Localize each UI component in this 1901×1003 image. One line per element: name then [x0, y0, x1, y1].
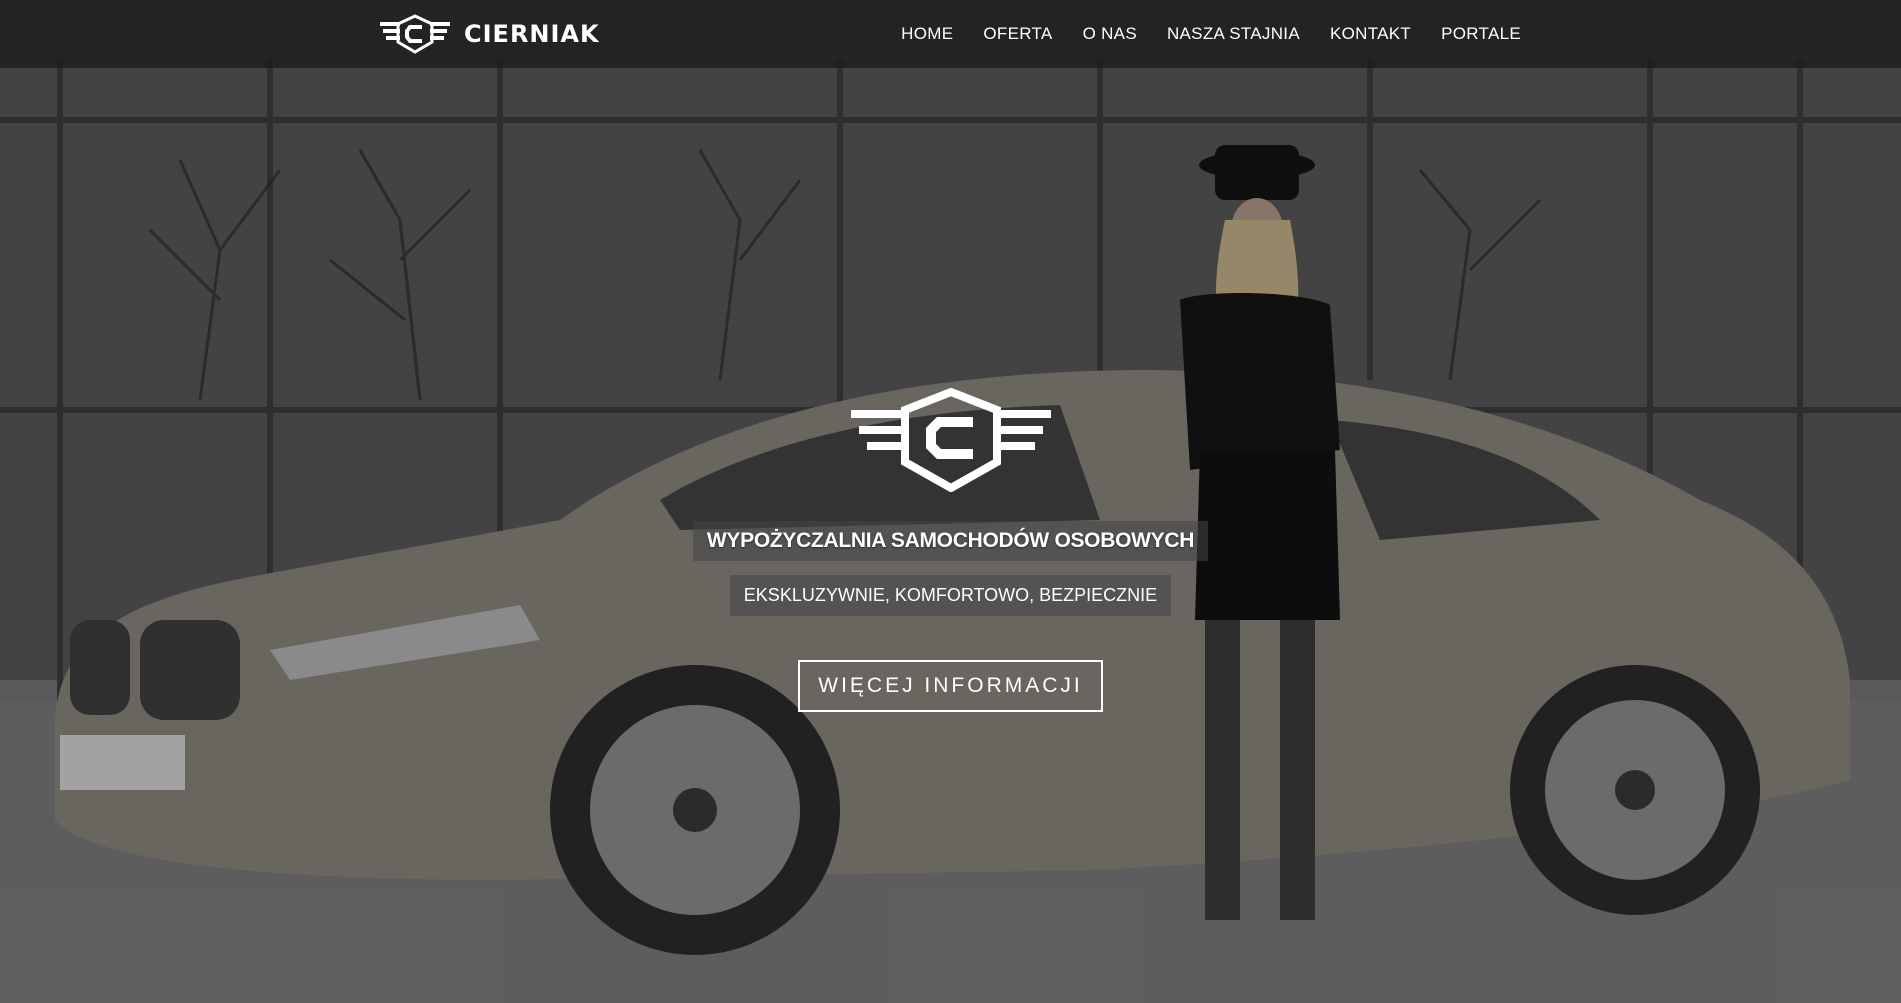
hero-logo-icon — [851, 388, 1051, 492]
brand[interactable]: CIERNIAK — [380, 10, 600, 58]
nav-item-oferta[interactable]: OFERTA — [983, 24, 1052, 44]
hero-background — [0, 0, 1901, 1003]
hero-headline: WYPOŻYCZALNIA SAMOCHODÓW OSOBOWYCH — [692, 521, 1209, 561]
nav-item-portale[interactable]: PORTALE — [1441, 24, 1521, 44]
main-nav: HOME OFERTA O NAS NASZA STAJNIA KONTAKT … — [901, 0, 1521, 68]
nav-item-nasza-stajnia[interactable]: NASZA STAJNIA — [1167, 24, 1300, 44]
nav-item-kontakt[interactable]: KONTAKT — [1330, 24, 1411, 44]
hero-dim-overlay — [0, 0, 1901, 1003]
nav-item-o-nas[interactable]: O NAS — [1083, 24, 1137, 44]
nav-item-home[interactable]: HOME — [901, 24, 953, 44]
hero-tagline: EKSKLUZYWNIE, KOMFORTOWO, BEZPIECZNIE — [729, 575, 1172, 616]
cta-row: WIĘCEJ INFORMACJI — [0, 660, 1901, 712]
brand-name: CIERNIAK — [464, 20, 600, 48]
cierniak-logo-icon — [380, 14, 450, 54]
subline-row: EKSKLUZYWNIE, KOMFORTOWO, BEZPIECZNIE — [0, 575, 1901, 616]
top-navigation-bar: CIERNIAK HOME OFERTA O NAS NASZA STAJNIA… — [0, 0, 1901, 68]
more-info-button[interactable]: WIĘCEJ INFORMACJI — [798, 660, 1103, 712]
headline-row: WYPOŻYCZALNIA SAMOCHODÓW OSOBOWYCH — [0, 521, 1901, 561]
